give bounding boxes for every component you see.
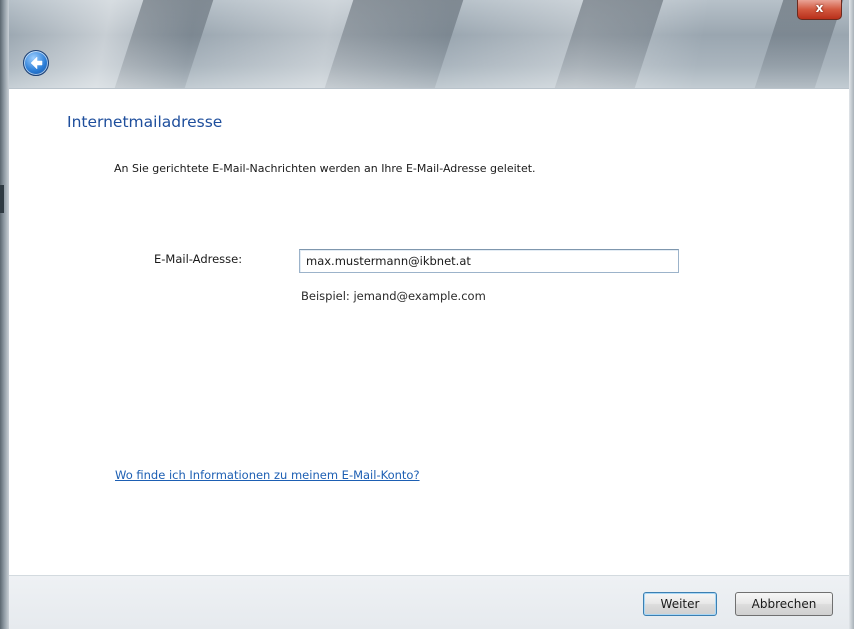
help-link[interactable]: Wo finde ich Informationen zu meinem E-M…	[115, 468, 420, 482]
email-example-hint: Beispiel: jemand@example.com	[301, 289, 486, 303]
back-arrow-icon	[30, 56, 43, 70]
window-frame-left	[0, 0, 9, 629]
glass-streak	[324, 0, 464, 88]
email-label: E-Mail-Adresse:	[154, 252, 243, 266]
cancel-button[interactable]: Abbrechen	[735, 592, 833, 616]
frame-notch	[0, 185, 4, 213]
wizard-content: Internetmailadresse An Sie gerichtete E-…	[9, 88, 849, 576]
intro-text: An Sie gerichtete E-Mail-Nachrichten wer…	[114, 162, 536, 175]
next-button[interactable]: Weiter	[643, 592, 717, 616]
back-button[interactable]	[23, 50, 49, 76]
email-field[interactable]	[299, 249, 679, 273]
glass-streak	[554, 0, 664, 88]
wizard-window: x Internetmailadresse An Sie gerichtete …	[0, 0, 854, 629]
glass-streak	[114, 0, 214, 88]
close-icon: x	[815, 1, 824, 15]
window-frame-right	[849, 0, 854, 629]
title-bar	[9, 0, 849, 88]
page-title: Internetmailadresse	[67, 113, 223, 131]
close-button[interactable]: x	[797, 0, 842, 20]
button-bar: Weiter Abbrechen	[9, 575, 849, 629]
